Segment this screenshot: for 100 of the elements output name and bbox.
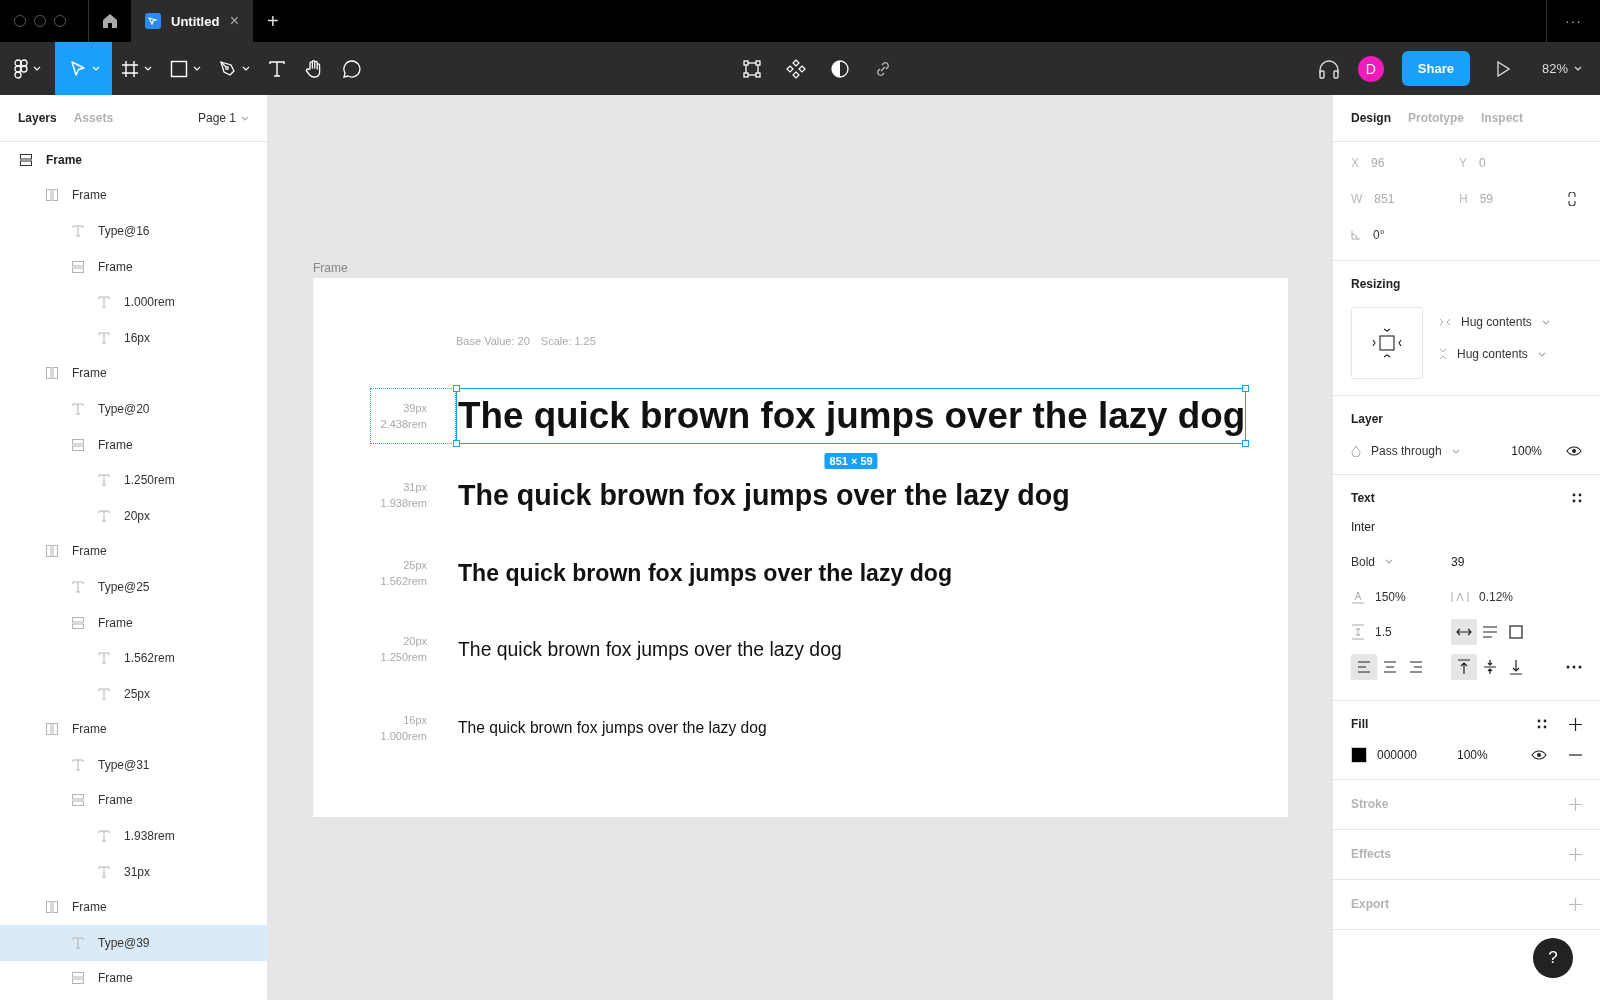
layer-item[interactable]: Frame: [0, 889, 267, 926]
layer-item[interactable]: 31px: [0, 853, 267, 890]
help-button[interactable]: ?: [1533, 938, 1573, 978]
headphones-icon[interactable]: [1317, 58, 1340, 79]
rows-layout-icon: [72, 794, 84, 807]
text-layer-icon: [98, 474, 110, 487]
text-layer-icon: [72, 936, 84, 949]
eye-icon[interactable]: [1531, 750, 1547, 760]
constrain-proportions-icon[interactable]: [1568, 192, 1576, 206]
align-top-icon: [1457, 658, 1471, 675]
text-layer-icon: [72, 758, 84, 771]
vertical-align-button[interactable]: [1451, 653, 1477, 680]
text-layer-icon: [98, 331, 110, 344]
more-options-icon[interactable]: [1566, 664, 1582, 669]
layer-item[interactable]: Frame: [0, 355, 267, 392]
close-button[interactable]: ×: [229, 12, 239, 30]
font-family-field[interactable]: Inter: [1351, 519, 1375, 534]
caret-icon: [92, 66, 100, 71]
layer-item[interactable]: Frame: [0, 533, 267, 570]
caret-icon: [193, 66, 201, 71]
user-avatar[interactable]: D: [1357, 55, 1384, 82]
hex-value[interactable]: 000000: [1377, 748, 1457, 762]
columns-layout-icon: [46, 545, 58, 558]
style-grid-icon[interactable]: [1537, 719, 1547, 729]
rows-layout-icon: [72, 972, 84, 985]
layer-item[interactable]: Type@39: [0, 925, 267, 961]
paragraph-spacing-field[interactable]: 1.5: [1351, 623, 1451, 640]
text-layer-icon: [72, 580, 84, 593]
layer-item[interactable]: Frame: [0, 426, 267, 463]
panel-tab[interactable]: Design: [1351, 111, 1391, 125]
plus-icon[interactable]: [1569, 717, 1582, 731]
caret-icon: [1541, 319, 1550, 325]
resize-handle[interactable]: [1242, 440, 1250, 447]
type-sample[interactable]: The quick brown fox jumps over the lazy dog: [456, 545, 953, 601]
resize-handle[interactable]: [1242, 385, 1250, 392]
text-layer-icon: [98, 296, 110, 309]
layer-item[interactable]: Type@16: [0, 213, 267, 249]
layer-item[interactable]: 1.250rem: [0, 462, 267, 498]
layer-item[interactable]: Frame: [0, 177, 267, 214]
layer-item[interactable]: 1.938rem: [0, 818, 267, 854]
color-swatch[interactable]: [1351, 747, 1367, 763]
lines-icon: [1482, 625, 1498, 638]
layer-item[interactable]: Frame: [0, 782, 267, 819]
eye-icon[interactable]: [1566, 446, 1582, 456]
file-tab[interactable]: Untitled ×: [131, 0, 253, 42]
type-sample[interactable]: The quick brown fox jumps over the lazy dog: [456, 621, 843, 677]
layer-item[interactable]: Type@31: [0, 747, 267, 783]
page-dropdown[interactable]: Page 1: [197, 111, 236, 125]
type-sample[interactable]: The quick brown fox jumps over the lazy dog: [456, 467, 1071, 523]
align-middle-icon: [1483, 658, 1497, 675]
style-grid-icon[interactable]: [1572, 493, 1582, 503]
text-layer-icon: [72, 402, 84, 415]
section-title: Export: [1351, 897, 1389, 911]
layer-item[interactable]: 1.562rem: [0, 640, 267, 676]
opacity-value[interactable]: 100%: [1511, 444, 1542, 458]
blend-mode-dropdown[interactable]: Pass through: [1351, 444, 1460, 458]
text-layer-icon: [98, 652, 110, 665]
caret-icon: [144, 66, 152, 71]
cursor-arrow-icon: [69, 59, 87, 78]
layer-item[interactable]: Frame: [0, 604, 267, 641]
rotation-field[interactable]: 0°: [1351, 224, 1459, 246]
font-size-field[interactable]: 39: [1451, 554, 1582, 569]
layer-item[interactable]: Frame: [0, 248, 267, 285]
layer-item[interactable]: 16px: [0, 319, 267, 356]
vertical-resizing-dropdown[interactable]: Hug contents: [1439, 347, 1550, 361]
text-layer-icon: [98, 509, 110, 522]
home-icon[interactable]: [102, 13, 118, 29]
layer-item[interactable]: Frame: [0, 711, 267, 748]
play-icon[interactable]: [1495, 60, 1510, 77]
tab-title: Untitled: [171, 13, 220, 29]
resize-mode-button[interactable]: [1451, 618, 1477, 645]
size-labels: 31px 1.938rem: [379, 480, 428, 511]
text-align-button[interactable]: [1351, 653, 1377, 680]
fill-opacity-value[interactable]: 100%: [1457, 748, 1527, 762]
letter-spacing-field[interactable]: 0.12%: [1451, 589, 1582, 604]
layer-item[interactable]: 20px: [0, 497, 267, 534]
paragraph-spacing-icon: [1351, 623, 1365, 640]
layer-item[interactable]: 1.000rem: [0, 284, 267, 320]
angle-icon: [1351, 230, 1361, 240]
resize-handle[interactable]: [453, 440, 460, 447]
layer-item[interactable]: Frame: [0, 142, 267, 178]
text-layer-icon: [98, 687, 110, 700]
layer-item[interactable]: Type@20: [0, 391, 267, 427]
align-bottom-icon: [1509, 658, 1523, 675]
panel-tab[interactable]: Layers: [18, 111, 57, 125]
resize-handle[interactable]: [453, 385, 460, 392]
font-style-dropdown[interactable]: Bold: [1351, 554, 1451, 569]
new-tab-button[interactable]: +: [253, 0, 293, 42]
layer-item[interactable]: Frame: [0, 960, 267, 997]
drop-icon: [1351, 445, 1361, 457]
layer-item[interactable]: Type@25: [0, 569, 267, 605]
type-sample[interactable]: The quick brown fox jumps over the lazy dog: [456, 700, 768, 756]
rows-layout-icon: [72, 260, 84, 273]
horizontal-resizing-dropdown[interactable]: Hug contents: [1439, 315, 1550, 329]
zoom-dropdown[interactable]: 82%: [1541, 61, 1568, 76]
rectangle-icon: [170, 59, 188, 78]
layer-item[interactable]: 25px: [0, 675, 267, 712]
line-height-icon: [1351, 589, 1365, 604]
line-height-field[interactable]: 150%: [1351, 589, 1451, 604]
square-icon: [1509, 624, 1523, 639]
